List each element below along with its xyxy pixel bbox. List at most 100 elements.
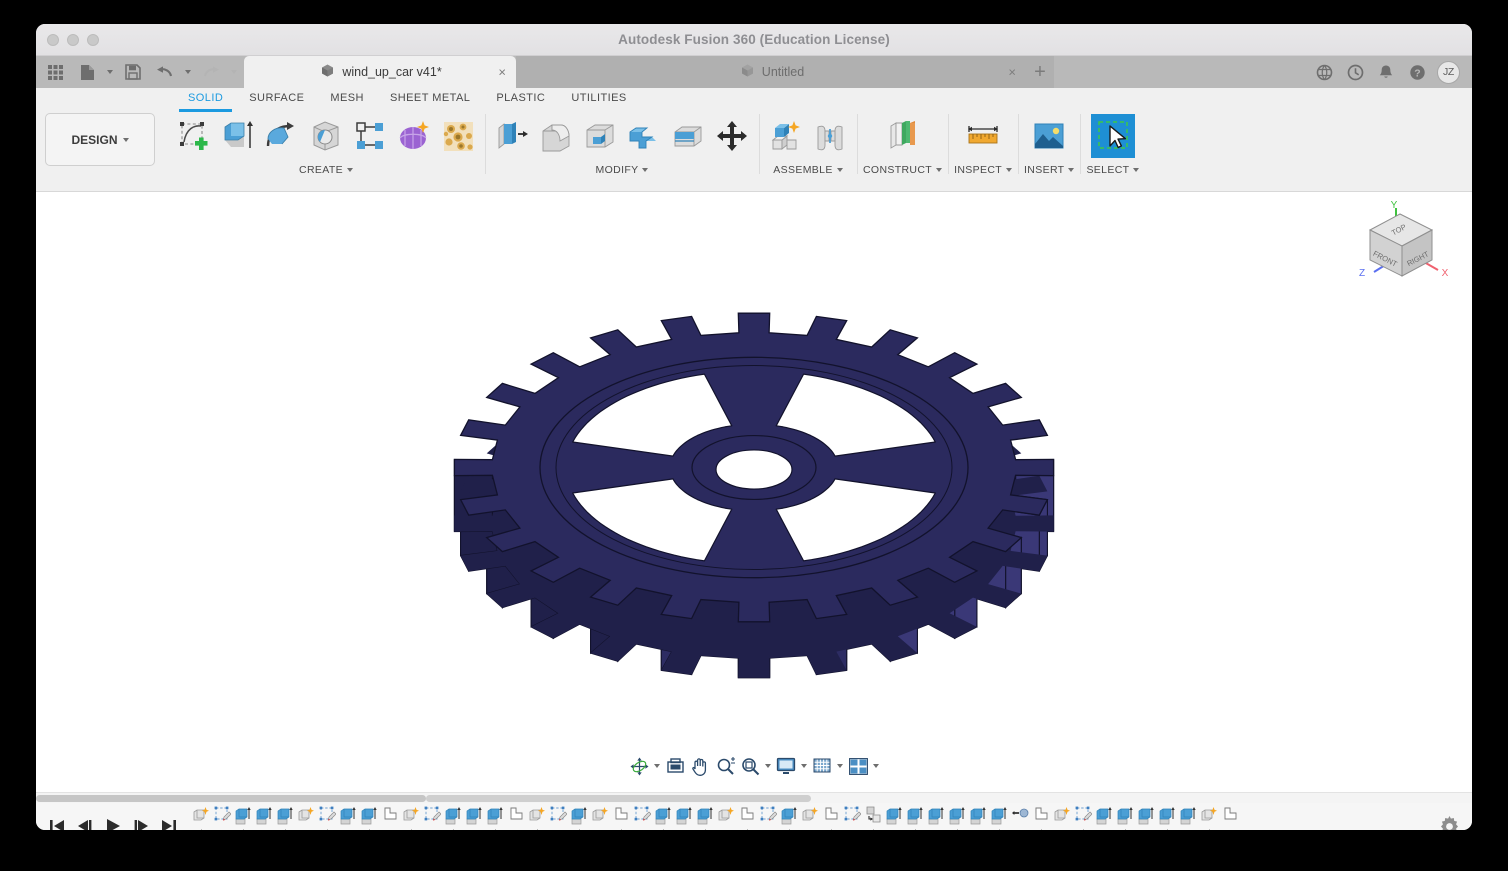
create-sketch-icon[interactable] (173, 113, 215, 159)
timeline-node-fillet[interactable] (380, 806, 401, 830)
timeline-node-extrude[interactable] (1157, 806, 1178, 830)
display-settings-icon[interactable] (774, 754, 798, 778)
timeline-node-new-component[interactable] (800, 806, 821, 830)
document-tab-wind-up-car[interactable]: wind_up_car v41* × (244, 56, 516, 88)
timeline-node-sketch[interactable] (422, 806, 443, 830)
nav-orbit[interactable] (627, 754, 662, 778)
chevron-down-icon[interactable] (651, 764, 662, 768)
timeline-node-joint[interactable] (1010, 806, 1031, 830)
timeline-node-extrude[interactable] (359, 806, 380, 830)
step-back-icon[interactable] (72, 811, 97, 830)
timeline-node-extrude[interactable] (443, 806, 464, 830)
timeline-node-new-component[interactable] (1199, 806, 1220, 830)
panel-select-label[interactable]: SELECT (1086, 164, 1140, 176)
look-at-icon[interactable] (663, 754, 687, 778)
timeline-node-extrude[interactable] (695, 806, 716, 830)
press-pull-icon[interactable] (491, 113, 533, 159)
timeline-node-sketch[interactable] (758, 806, 779, 830)
timeline-node-fillet[interactable] (1220, 806, 1241, 830)
construct-plane-icon[interactable] (882, 113, 924, 159)
tab-sheet-metal[interactable]: SHEET METAL (377, 90, 483, 110)
save-icon[interactable] (118, 57, 148, 87)
timeline-node-fillet[interactable] (737, 806, 758, 830)
measure-icon[interactable] (962, 113, 1004, 159)
tab-solid[interactable]: SOLID (175, 90, 236, 112)
panel-insert-label[interactable]: INSERT (1024, 164, 1075, 176)
timeline-node-extrude[interactable] (947, 806, 968, 830)
close-icon[interactable]: × (498, 65, 506, 80)
timeline-node-move-copy[interactable] (863, 806, 884, 830)
timeline-node-sketch[interactable] (548, 806, 569, 830)
timeline-node-extrude[interactable] (653, 806, 674, 830)
document-tab-untitled[interactable]: Untitled × (516, 56, 1026, 88)
fillet-icon[interactable] (535, 113, 577, 159)
timeline-node-extrude[interactable] (989, 806, 1010, 830)
panel-modify-label[interactable]: MODIFY (596, 164, 649, 176)
grid-settings-icon[interactable] (810, 754, 834, 778)
timeline-node-extrude[interactable] (1178, 806, 1199, 830)
chevron-down-icon[interactable] (762, 764, 773, 768)
timeline-node-extrude[interactable] (569, 806, 590, 830)
redo-dropdown-caret-icon[interactable] (228, 57, 240, 87)
timeline-node-extrude[interactable] (779, 806, 800, 830)
timeline-node-sketch[interactable] (212, 806, 233, 830)
extrude-icon[interactable] (217, 113, 259, 159)
gear-model[interactable] (434, 280, 1074, 705)
gear-icon[interactable] (1426, 815, 1472, 830)
nav-viewports[interactable] (846, 754, 881, 778)
timeline-node-extrude[interactable] (1115, 806, 1136, 830)
panel-assemble-label[interactable]: ASSEMBLE (773, 164, 843, 176)
bell-icon[interactable] (1375, 61, 1397, 83)
split-face-icon[interactable] (667, 113, 709, 159)
nav-grid-settings[interactable] (810, 754, 845, 778)
tab-utilities[interactable]: UTILITIES (558, 90, 639, 110)
timeline-node-extrude[interactable] (275, 806, 296, 830)
insert-image-icon[interactable] (1028, 113, 1070, 159)
scrollbar-thumb-secondary[interactable] (426, 795, 811, 802)
nav-display-settings[interactable] (774, 754, 809, 778)
panel-inspect-label[interactable]: INSPECT (954, 164, 1013, 176)
timeline-node-extrude[interactable] (1136, 806, 1157, 830)
globe-icon[interactable] (1313, 61, 1335, 83)
viewports-icon[interactable] (846, 754, 870, 778)
timeline-node-new-component[interactable] (1052, 806, 1073, 830)
timeline-node-fillet[interactable] (821, 806, 842, 830)
avatar[interactable]: JZ (1437, 60, 1460, 84)
create-form-icon[interactable] (393, 113, 435, 159)
timeline-node-sketch[interactable] (842, 806, 863, 830)
timeline-node-sketch[interactable] (632, 806, 653, 830)
timeline-node-sketch[interactable] (317, 806, 338, 830)
orbit-icon[interactable] (627, 754, 651, 778)
workspace-switcher[interactable]: DESIGN (45, 113, 155, 166)
redo-icon[interactable] (196, 57, 226, 87)
timeline-node-extrude[interactable] (233, 806, 254, 830)
timeline-node-sketch[interactable] (1073, 806, 1094, 830)
timeline-node-extrude[interactable] (674, 806, 695, 830)
chevron-down-icon[interactable] (870, 764, 881, 768)
timeline-node-fillet[interactable] (611, 806, 632, 830)
view-cube[interactable]: TOP FRONT RIGHT Y X Z (1348, 200, 1454, 297)
close-icon[interactable]: × (1008, 65, 1016, 80)
timeline-node-extrude[interactable] (968, 806, 989, 830)
timeline-node-new-component[interactable] (716, 806, 737, 830)
shell-icon[interactable] (579, 113, 621, 159)
window-close-button[interactable] (47, 34, 59, 46)
new-tab-button[interactable]: + (1026, 56, 1054, 88)
3d-viewport[interactable]: TOP FRONT RIGHT Y X Z (36, 192, 1472, 792)
sweep-icon[interactable] (305, 113, 347, 159)
timeline-node-extrude[interactable] (884, 806, 905, 830)
select-icon[interactable] (1090, 114, 1135, 158)
timeline-track[interactable]: ... (191, 803, 1426, 830)
panel-construct-label[interactable]: CONSTRUCT (863, 164, 943, 176)
undo-icon[interactable] (150, 57, 180, 87)
timeline-node-new-component[interactable] (296, 806, 317, 830)
timeline-node-extrude[interactable] (254, 806, 275, 830)
timeline-node-new-component[interactable] (590, 806, 611, 830)
joint-icon[interactable] (809, 113, 851, 159)
clock-icon[interactable] (1344, 61, 1366, 83)
timeline-node-fillet[interactable] (506, 806, 527, 830)
help-icon[interactable]: ? (1406, 61, 1428, 83)
scrollbar-thumb[interactable] (36, 795, 426, 802)
timeline-node-new-component[interactable] (527, 806, 548, 830)
timeline-node-new-component[interactable] (191, 806, 212, 830)
